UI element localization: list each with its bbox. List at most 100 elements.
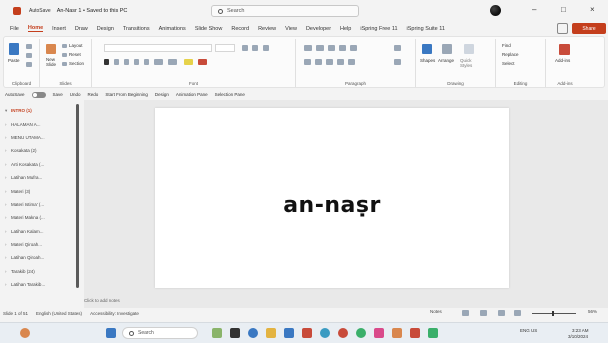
shapes-label[interactable]: Shapes <box>420 58 435 63</box>
tab-home[interactable]: Home <box>27 25 44 32</box>
zoom-slider[interactable] <box>532 313 576 314</box>
layout-label[interactable]: Layout <box>69 43 83 48</box>
decrease-font-icon[interactable] <box>252 45 258 51</box>
find-button[interactable]: Find <box>502 43 511 48</box>
section-icon[interactable] <box>62 62 67 66</box>
paste-icon[interactable] <box>9 43 19 55</box>
comments-icon[interactable] <box>557 23 568 34</box>
slide-section-item[interactable]: › Materi Makna (... <box>0 211 84 224</box>
slide-section-item[interactable]: › Arti Kosakata (... <box>0 158 84 171</box>
slideshow-icon[interactable] <box>514 310 521 316</box>
tab-design[interactable]: Design <box>97 26 114 32</box>
tab-slide-show[interactable]: Slide Show <box>195 26 223 32</box>
qat-undo[interactable]: Undo <box>70 92 81 97</box>
task-view-icon[interactable] <box>230 328 240 338</box>
format-painter-icon[interactable] <box>26 62 32 67</box>
columns-icon[interactable] <box>348 59 355 65</box>
font-size-dropdown[interactable] <box>215 44 235 52</box>
slide-section-item[interactable]: › Latihan Mufra... <box>0 171 84 184</box>
slide-section-item[interactable]: › MENU UTAMA... <box>0 131 84 144</box>
qat-selection-pane[interactable]: Selection Pane <box>215 92 245 97</box>
document-title[interactable]: An-Nasr 1 • Saved to this PC <box>57 8 128 14</box>
app-icon-orange[interactable] <box>392 328 402 338</box>
qat-start-from-beginning[interactable]: Start From Beginning <box>105 92 148 97</box>
new-slide-icon[interactable] <box>46 44 56 54</box>
qat-animation-pane[interactable]: Animation Pane <box>176 92 208 97</box>
current-slide[interactable]: an-naṣr <box>155 108 509 288</box>
arrange-icon[interactable] <box>442 44 452 54</box>
notes-placeholder[interactable]: Click to add notes <box>84 298 120 303</box>
decrease-indent-icon[interactable] <box>328 45 335 51</box>
normal-view-icon[interactable] <box>462 310 469 316</box>
app-icon-red-2[interactable] <box>410 328 420 338</box>
tab-file[interactable]: File <box>10 26 19 32</box>
reset-icon[interactable] <box>62 53 67 57</box>
autosave-switch[interactable] <box>31 91 46 98</box>
addins-label[interactable]: Add-ins <box>555 58 570 63</box>
slide-section-item[interactable]: › Latihan Qiroah... <box>0 251 84 264</box>
qat-autosave[interactable]: AutoSave <box>5 92 25 97</box>
layout-icon[interactable] <box>62 44 67 48</box>
tab-view[interactable]: View <box>285 26 297 32</box>
replace-button[interactable]: Replace <box>502 52 519 57</box>
strikethrough-icon[interactable] <box>134 59 139 65</box>
zoom-slider-thumb[interactable] <box>552 311 554 316</box>
slide-section-item[interactable]: › Kosakata (2) <box>0 144 84 157</box>
minimize-button[interactable]: – <box>532 5 536 14</box>
word-icon[interactable] <box>284 328 294 338</box>
align-left-icon[interactable] <box>304 59 311 65</box>
align-center-icon[interactable] <box>315 59 322 65</box>
start-icon[interactable] <box>106 328 116 338</box>
qat-save[interactable]: Save <box>53 92 63 97</box>
maximize-button[interactable]: □ <box>561 5 566 14</box>
zoom-level[interactable]: 56% <box>588 309 597 314</box>
search-input[interactable]: Search <box>211 5 359 17</box>
qat-redo[interactable]: Redo <box>88 92 99 97</box>
slide-title-text[interactable]: an-naṣr <box>283 193 381 218</box>
font-name-dropdown[interactable] <box>104 44 212 52</box>
section-label[interactable]: Section <box>69 61 84 66</box>
clock-time[interactable]: 3:23 AM <box>572 328 589 333</box>
bold-icon[interactable] <box>104 59 109 65</box>
close-button[interactable]: × <box>590 5 595 14</box>
weather-icon[interactable] <box>20 328 30 338</box>
app-icon-green[interactable] <box>428 328 438 338</box>
slide-sorter-icon[interactable] <box>480 310 487 316</box>
reset-label[interactable]: Reset <box>69 52 81 57</box>
underline-icon[interactable] <box>124 59 129 65</box>
quick-styles-label[interactable]: Quick Styles <box>460 58 482 68</box>
italic-icon[interactable] <box>114 59 119 65</box>
slide-section-item[interactable]: › Tarakib (24) <box>0 265 84 278</box>
reading-view-icon[interactable] <box>498 310 505 316</box>
tab-animations[interactable]: Animations <box>159 26 186 32</box>
align-text-icon[interactable] <box>394 59 401 65</box>
tab-draw[interactable]: Draw <box>75 26 88 32</box>
language-tray[interactable]: ENG US <box>520 328 537 333</box>
tab-insert[interactable]: Insert <box>52 26 66 32</box>
chrome-icon[interactable] <box>248 328 258 338</box>
taskbar-search[interactable]: Search <box>122 327 198 339</box>
justify-icon[interactable] <box>337 59 344 65</box>
slide-section-item[interactable]: › Latihan Tarakib... <box>0 278 84 291</box>
line-spacing-icon[interactable] <box>350 45 357 51</box>
app-icon-red[interactable] <box>338 328 348 338</box>
quick-styles-icon[interactable] <box>464 44 474 54</box>
numbering-icon[interactable] <box>316 45 324 51</box>
clear-format-icon[interactable] <box>263 45 269 51</box>
slide-section-item[interactable]: › Materi Istima' (... <box>0 198 84 211</box>
shapes-icon[interactable] <box>422 44 432 54</box>
powerpoint-taskbar-icon[interactable] <box>302 328 312 338</box>
tab-ispring-free-11[interactable]: iSpring Free 11 <box>360 26 397 32</box>
share-button[interactable]: Share <box>572 23 606 34</box>
bullets-icon[interactable] <box>304 45 312 51</box>
increase-font-icon[interactable] <box>242 45 248 51</box>
cut-icon[interactable] <box>26 44 32 49</box>
autosave-toggle[interactable]: AutoSave <box>29 8 51 14</box>
whatsapp-icon[interactable] <box>356 328 366 338</box>
shadow-icon[interactable] <box>144 59 149 65</box>
accessibility-indicator[interactable]: Accessibility: Investigate <box>90 311 139 316</box>
slide-section-item[interactable]: › Materi Qiroah... <box>0 238 84 251</box>
align-right-icon[interactable] <box>326 59 333 65</box>
slide-section-item[interactable]: › Latihan Kalam... <box>0 225 84 238</box>
new-slide-label[interactable]: New Slide <box>46 57 60 67</box>
